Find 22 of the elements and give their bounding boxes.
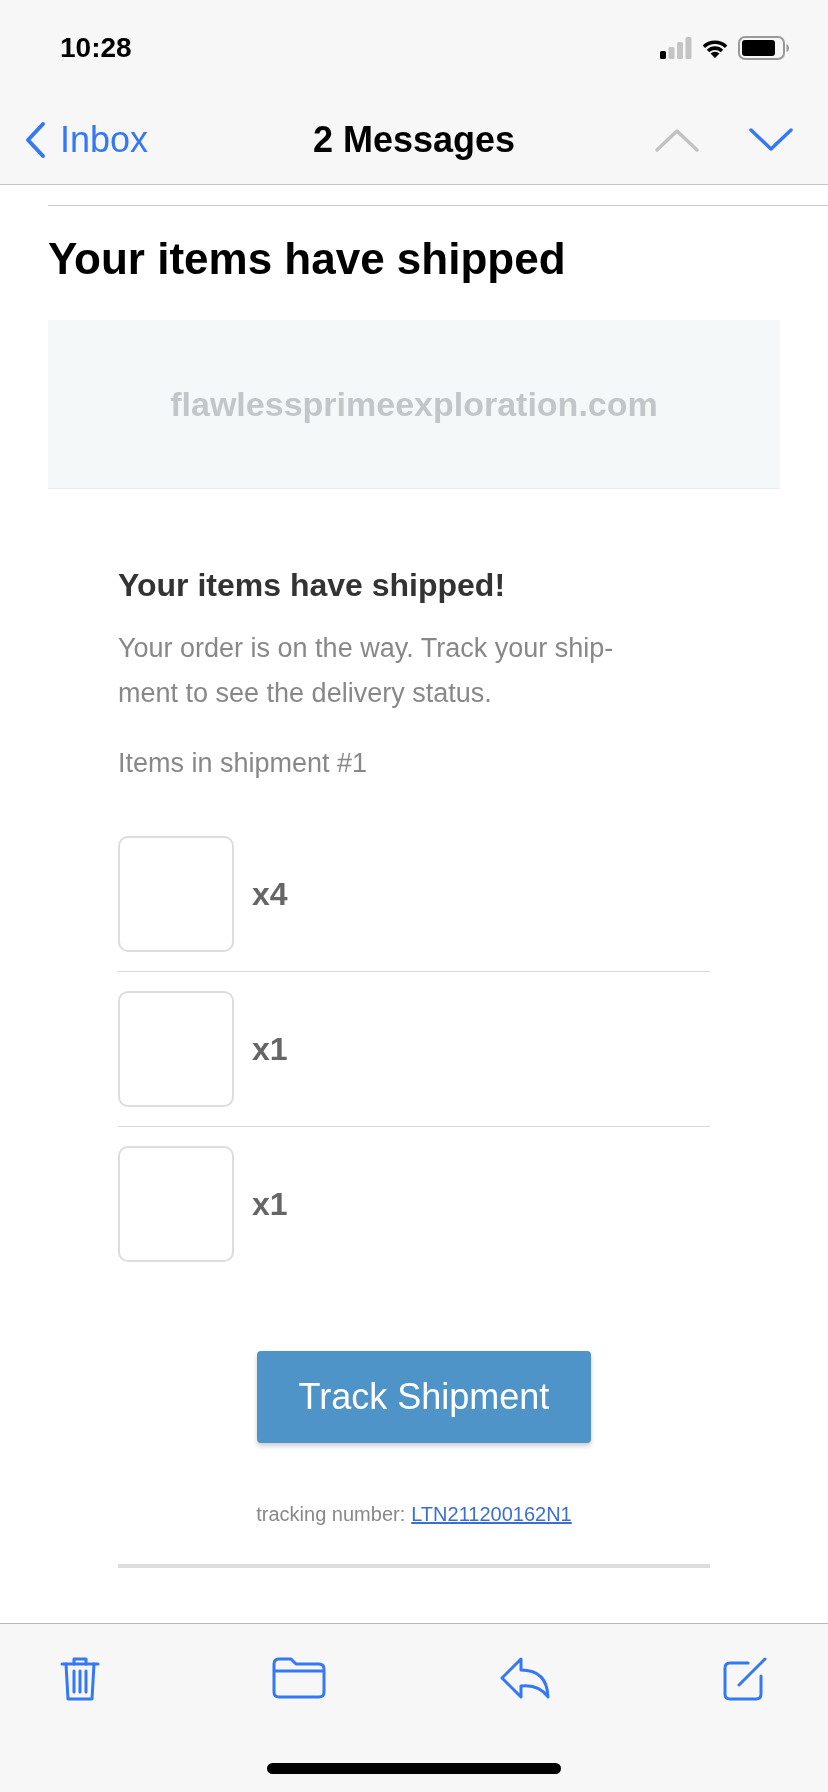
- chevron-left-icon: [24, 121, 46, 159]
- signal-icon: [660, 37, 692, 59]
- tracking-number-link[interactable]: LTN211200162N1: [411, 1503, 572, 1526]
- message-subject: Your items have shipped: [48, 234, 567, 284]
- item-quantity: x4: [252, 875, 288, 913]
- email-heading: Your items have shipped!: [118, 567, 507, 604]
- status-time: 10:28: [60, 32, 132, 64]
- back-button[interactable]: Inbox: [24, 119, 149, 161]
- battery-icon: [738, 36, 790, 60]
- compose-icon[interactable]: [722, 1656, 768, 1702]
- item-quantity: x1: [252, 1185, 288, 1223]
- trash-icon[interactable]: [60, 1656, 100, 1702]
- items-label: Items in shipment #1: [118, 748, 369, 779]
- email-paragraph: Your order is on the way. Track your ship-ment to see the delivery status.: [118, 632, 615, 710]
- wifi-icon: [700, 37, 730, 59]
- reply-icon[interactable]: [498, 1656, 551, 1700]
- track-shipment-button[interactable]: Track Shipment: [257, 1351, 591, 1443]
- nav-title: 2 Messages: [312, 119, 516, 161]
- chevron-down-icon[interactable]: [748, 127, 794, 153]
- tracking-label: tracking number:: [256, 1503, 406, 1526]
- item-quantity: x1: [252, 1030, 288, 1068]
- folder-icon[interactable]: [271, 1656, 328, 1700]
